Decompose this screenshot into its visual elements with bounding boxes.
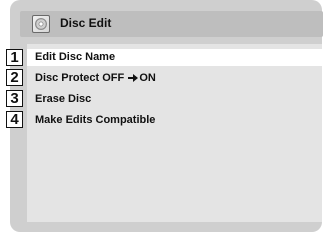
- menu-item-disc-protect[interactable]: Disc Protect OFF ON: [35, 70, 156, 87]
- right-arrow-icon: [128, 74, 139, 82]
- callout-number-2: 2: [6, 69, 23, 86]
- callout-number-3: 3: [6, 90, 23, 107]
- menu-item-edit-disc-name[interactable]: Edit Disc Name: [35, 49, 115, 66]
- menu-item-label-after: ON: [139, 72, 156, 84]
- menu-item-label: Edit Disc Name: [35, 51, 116, 63]
- menu-header: Disc Edit: [20, 11, 323, 37]
- disc-icon: [32, 15, 50, 33]
- menu-item-label: Disc Protect OFF: [35, 72, 125, 84]
- menu-item-erase-disc[interactable]: Erase Disc: [35, 91, 91, 108]
- menu-item-make-edits-compatible[interactable]: Make Edits Compatible: [35, 112, 155, 129]
- menu-title: Disc Edit: [60, 16, 112, 30]
- menu-item-label: Make Edits Compatible: [35, 114, 156, 126]
- callout-number-4: 4: [6, 111, 23, 128]
- callout-number-1: 1: [6, 49, 23, 66]
- menu-item-label: Erase Disc: [35, 93, 92, 105]
